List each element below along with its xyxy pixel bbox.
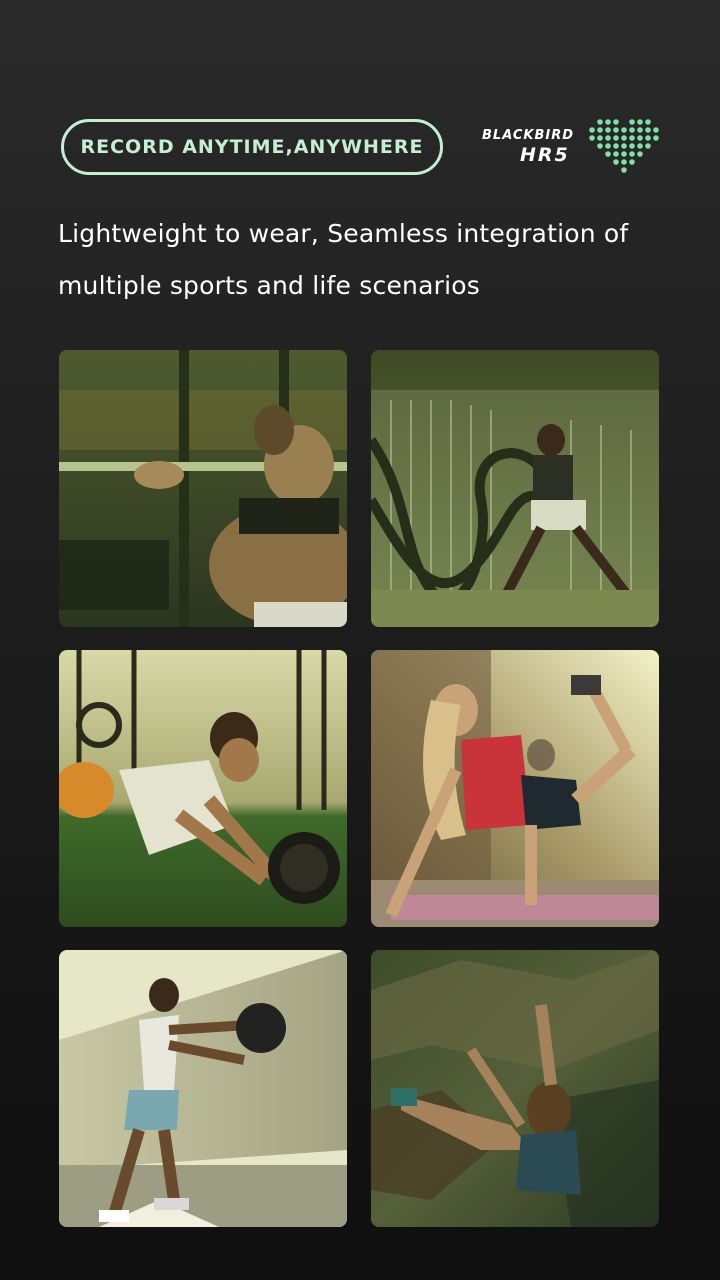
heart-dots-icon — [589, 119, 659, 173]
heart-dot — [637, 135, 643, 141]
heart-dot — [621, 135, 627, 141]
heart-dot — [597, 119, 603, 125]
brand-model: HR5 — [520, 144, 570, 166]
heart-dot — [653, 127, 659, 133]
heart-dot — [597, 143, 603, 149]
medicine-ball-photo — [59, 950, 347, 1227]
heart-dot — [605, 127, 611, 133]
record-anytime-badge: RECORD ANYTIME,ANYWHERE — [61, 119, 443, 175]
ab-roller-photo — [59, 650, 347, 927]
battle-ropes-photo — [371, 350, 659, 627]
heart-dot — [621, 127, 627, 133]
yoga-mat-workout-photo — [371, 650, 659, 927]
heart-dot — [637, 119, 643, 125]
tagline: Lightweight to wear, Seamless integratio… — [58, 208, 678, 312]
heart-dot — [589, 135, 595, 141]
heart-dot — [613, 135, 619, 141]
brand-name: BLACKBIRD — [482, 128, 575, 143]
heart-dot — [613, 127, 619, 133]
tagline-line-2: multiple sports and life scenarios — [58, 271, 480, 300]
heart-dot — [653, 135, 659, 141]
heart-dot — [637, 143, 643, 149]
heart-dot — [637, 127, 643, 133]
heart-dot — [605, 143, 611, 149]
brand-logo: BLACKBIRD HR5 — [480, 118, 660, 178]
heart-dot — [613, 119, 619, 125]
badge-label: RECORD ANYTIME,ANYWHERE — [80, 136, 424, 158]
weightlifting-photo — [59, 350, 347, 627]
heart-dot — [645, 127, 651, 133]
heart-dot — [645, 143, 651, 149]
heart-dot — [597, 135, 603, 141]
heart-dot — [613, 151, 619, 157]
heart-dot — [597, 127, 603, 133]
heart-dot — [605, 151, 611, 157]
rock-climbing-photo — [371, 950, 659, 1227]
heart-dot — [629, 127, 635, 133]
heart-dot — [621, 167, 627, 173]
heart-dot — [589, 127, 595, 133]
heart-dot — [613, 159, 619, 165]
heart-dot — [629, 159, 635, 165]
heart-dot — [621, 159, 627, 165]
heart-dot — [621, 151, 627, 157]
heart-dot — [629, 151, 635, 157]
tagline-line-1: Lightweight to wear, Seamless integratio… — [58, 219, 629, 248]
heart-dot — [637, 151, 643, 157]
heart-dot — [605, 135, 611, 141]
heart-dot — [613, 143, 619, 149]
heart-dot — [645, 119, 651, 125]
heart-dot — [629, 143, 635, 149]
heart-dot — [605, 119, 611, 125]
heart-dot — [645, 135, 651, 141]
heart-dot — [629, 135, 635, 141]
heart-dot — [621, 143, 627, 149]
heart-dot — [629, 119, 635, 125]
